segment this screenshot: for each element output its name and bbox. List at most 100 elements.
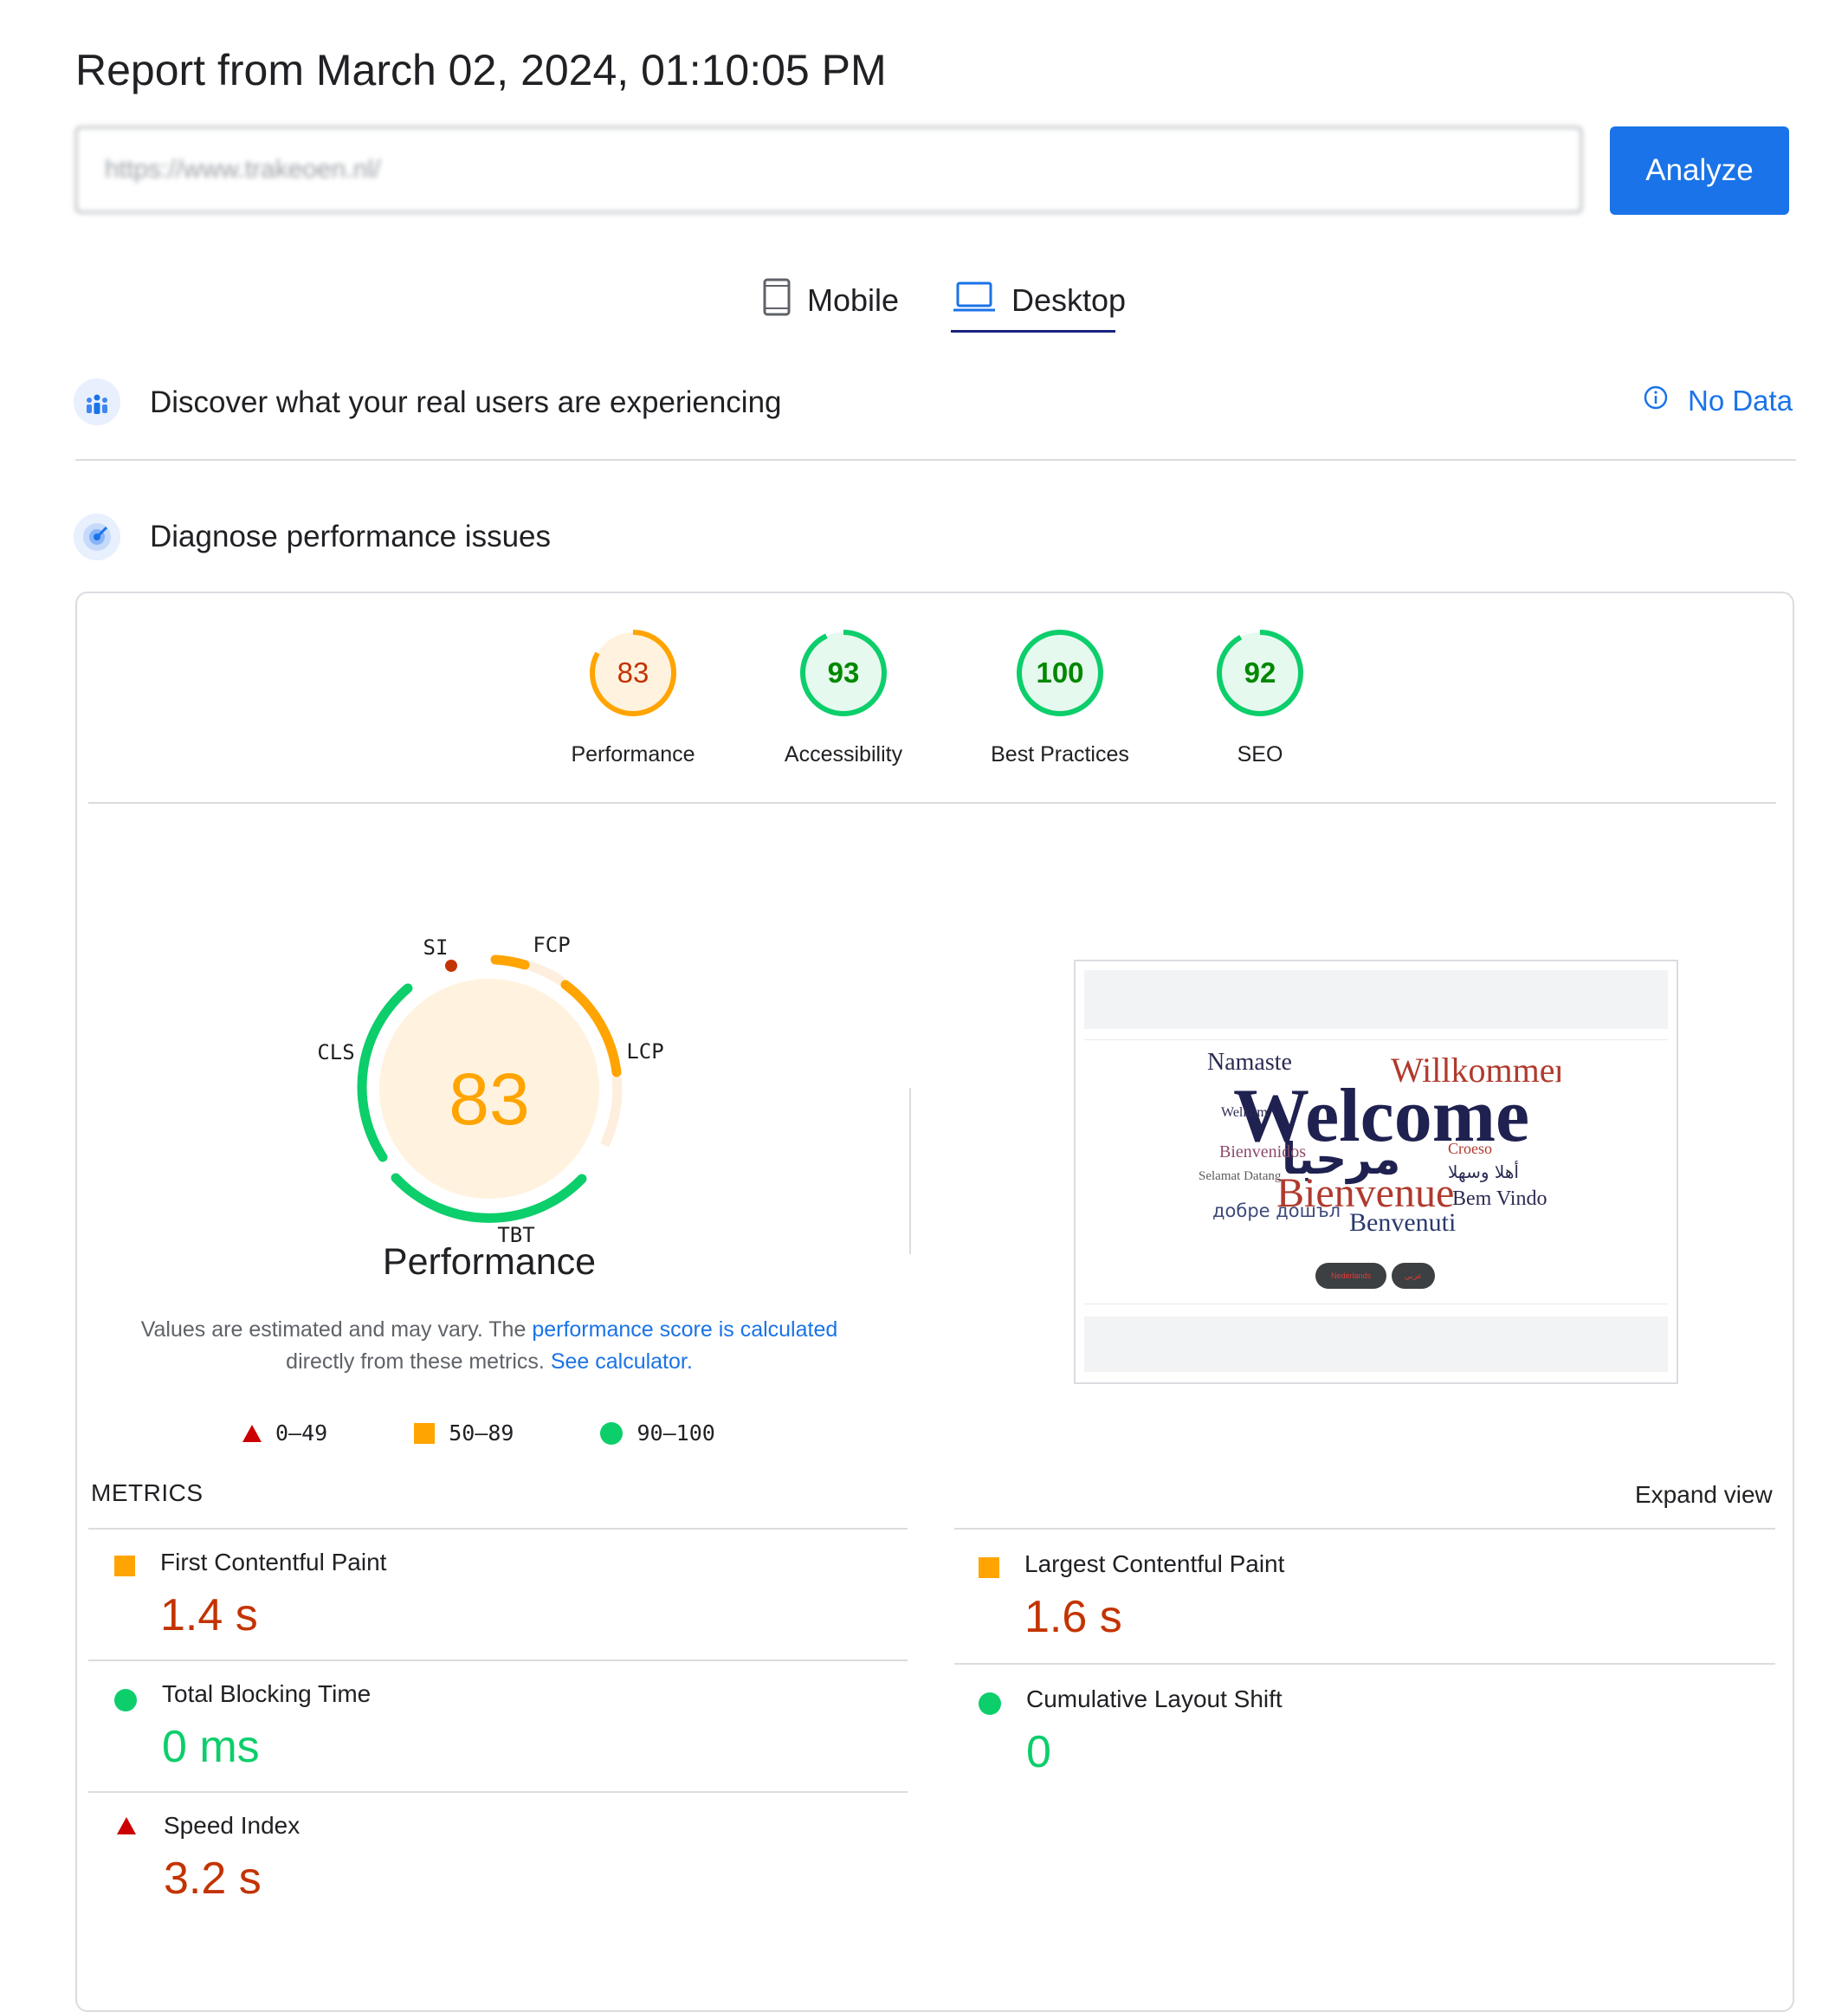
fcp-segment xyxy=(490,954,530,970)
url-input[interactable] xyxy=(75,126,1582,213)
fail-triangle-icon xyxy=(117,1817,136,1834)
legend-item-pass: 90–100 xyxy=(600,1420,715,1446)
metric-value-tbt: 0 ms xyxy=(162,1722,260,1772)
legend-item-average: 50–89 xyxy=(414,1420,514,1446)
diagnose-icon xyxy=(74,514,120,560)
score-value: 83 xyxy=(617,657,649,689)
score-gauge-performance[interactable]: 83 Performance xyxy=(546,628,720,767)
tab-mobile[interactable]: Mobile xyxy=(762,270,899,331)
performance-note: Values are estimated and may vary. The p… xyxy=(121,1314,857,1378)
field-data-title: Discover what your real users are experi… xyxy=(150,385,782,419)
vertical-divider xyxy=(909,1088,911,1254)
screenshot-header-bar xyxy=(1084,970,1668,1029)
score-legend: 0–49 50–89 90–100 xyxy=(242,1420,802,1446)
circle-icon xyxy=(600,1421,624,1445)
score-gauge-seo[interactable]: 92 SEO xyxy=(1173,628,1347,767)
real-users-icon xyxy=(74,378,120,425)
metric-divider xyxy=(954,1528,1775,1530)
language-button-arabic: عربي xyxy=(1392,1263,1435,1289)
metric-name-tbt: Total Blocking Time xyxy=(162,1680,372,1707)
no-data-label: No Data xyxy=(1688,385,1793,417)
calculator-link[interactable]: See calculator. xyxy=(551,1349,693,1374)
lcp-track xyxy=(599,1076,623,1148)
legend-range: 0–49 xyxy=(275,1420,328,1446)
cloud-word: Selamat Datang xyxy=(1199,1169,1282,1183)
screenshot-footer-bar xyxy=(1084,1317,1668,1372)
average-square-icon xyxy=(979,1557,999,1578)
laptop-icon xyxy=(953,280,996,322)
score-calculation-link[interactable]: performance score is calculated xyxy=(532,1317,837,1342)
analyze-button[interactable]: Analyze xyxy=(1610,126,1789,215)
section-divider xyxy=(75,459,1796,461)
metric-divider xyxy=(88,1791,908,1793)
legend-range: 90–100 xyxy=(636,1420,715,1446)
fcp-label: FCP xyxy=(533,933,570,957)
pass-circle-icon xyxy=(979,1692,1001,1715)
metric-divider xyxy=(88,1528,908,1530)
tab-desktop[interactable]: Desktop xyxy=(953,270,1126,331)
gauge-ring: 83 xyxy=(590,630,676,716)
note-text-1: Values are estimated and may vary. The xyxy=(140,1317,533,1342)
cloud-word: Croeso xyxy=(1448,1140,1492,1157)
si-marker xyxy=(445,960,457,972)
tab-desktop-label: Desktop xyxy=(1011,282,1127,318)
score-value: 92 xyxy=(1244,657,1276,689)
cloud-word: добре дошъл xyxy=(1212,1200,1341,1221)
cloud-word: Benvenuti xyxy=(1349,1208,1456,1237)
metric-divider xyxy=(954,1663,1775,1665)
note-text-2: directly from these metrics. xyxy=(286,1349,551,1374)
language-button-nederlands: Nederlands xyxy=(1315,1263,1386,1289)
page-screenshot: Namaste Willkommen Welcome مرحبا Bienven… xyxy=(1074,960,1678,1384)
si-label: SI xyxy=(423,935,449,960)
performance-score: 83 xyxy=(449,1058,529,1140)
metric-value-fcp: 1.4 s xyxy=(160,1590,258,1640)
cloud-word: Bienvenidos xyxy=(1219,1142,1306,1161)
active-tab-indicator xyxy=(951,330,1115,333)
metric-divider xyxy=(88,1659,908,1661)
mobile-phone-icon xyxy=(762,277,792,325)
performance-gauge: 83 SI FCP LCP TBT CLS xyxy=(317,933,663,1247)
metrics-heading: METRICS xyxy=(91,1479,204,1506)
score-value: 93 xyxy=(828,657,860,689)
score-gauge-best-practices[interactable]: 100 Best Practices xyxy=(973,628,1147,767)
no-data-link[interactable]: No Data xyxy=(1643,385,1793,417)
gauge-ring: 100 xyxy=(1017,630,1103,716)
gauge-ring: 93 xyxy=(800,630,887,716)
gauge-ring: 92 xyxy=(1217,630,1303,716)
metric-value-cls: 0 xyxy=(1026,1727,1051,1777)
cloud-word: Welkom xyxy=(1221,1105,1268,1120)
metric-name-lcp: Largest Contentful Paint xyxy=(1024,1550,1285,1577)
pass-circle-icon xyxy=(114,1689,137,1711)
welcome-word-cloud: Namaste Willkommen Welcome مرحبا Bienven… xyxy=(1199,1049,1560,1237)
triangle-icon xyxy=(242,1424,262,1442)
score-gauge-accessibility[interactable]: 93 Accessibility xyxy=(757,628,930,767)
expand-view-toggle[interactable]: Expand view xyxy=(1635,1481,1773,1509)
cloud-word: Bem Vindo xyxy=(1452,1187,1547,1210)
metric-name-cls: Cumulative Layout Shift xyxy=(1026,1685,1283,1712)
score-label: Performance xyxy=(571,742,695,767)
info-icon xyxy=(1643,385,1669,417)
score-value: 100 xyxy=(1036,657,1083,689)
report-title: Report from March 02, 2024, 01:10:05 PM xyxy=(75,46,887,94)
score-label: SEO xyxy=(1237,742,1283,767)
lcp-label: LCP xyxy=(626,1039,663,1064)
legend-item-fail: 0–49 xyxy=(242,1420,327,1446)
tab-mobile-label: Mobile xyxy=(807,282,900,318)
metric-name-si: Speed Index xyxy=(164,1812,300,1839)
screenshot-divider xyxy=(1084,1039,1668,1040)
metric-value-si: 3.2 s xyxy=(164,1853,262,1904)
performance-gauge-label: Performance xyxy=(382,1241,597,1283)
metric-name-fcp: First Contentful Paint xyxy=(160,1549,387,1575)
square-icon xyxy=(414,1422,436,1444)
metric-value-lcp: 1.6 s xyxy=(1024,1592,1122,1642)
cls-label: CLS xyxy=(317,1040,354,1064)
legend-range: 50–89 xyxy=(449,1420,514,1446)
fcp-track xyxy=(525,960,566,987)
gauges-divider xyxy=(88,802,1776,804)
cloud-word: Namaste xyxy=(1207,1049,1292,1076)
average-square-icon xyxy=(114,1556,135,1576)
diagnose-title: Diagnose performance issues xyxy=(150,520,552,553)
score-label: Accessibility xyxy=(784,742,903,767)
cloud-word: أهلا وسهلا xyxy=(1448,1161,1519,1182)
score-label: Best Practices xyxy=(991,742,1129,767)
